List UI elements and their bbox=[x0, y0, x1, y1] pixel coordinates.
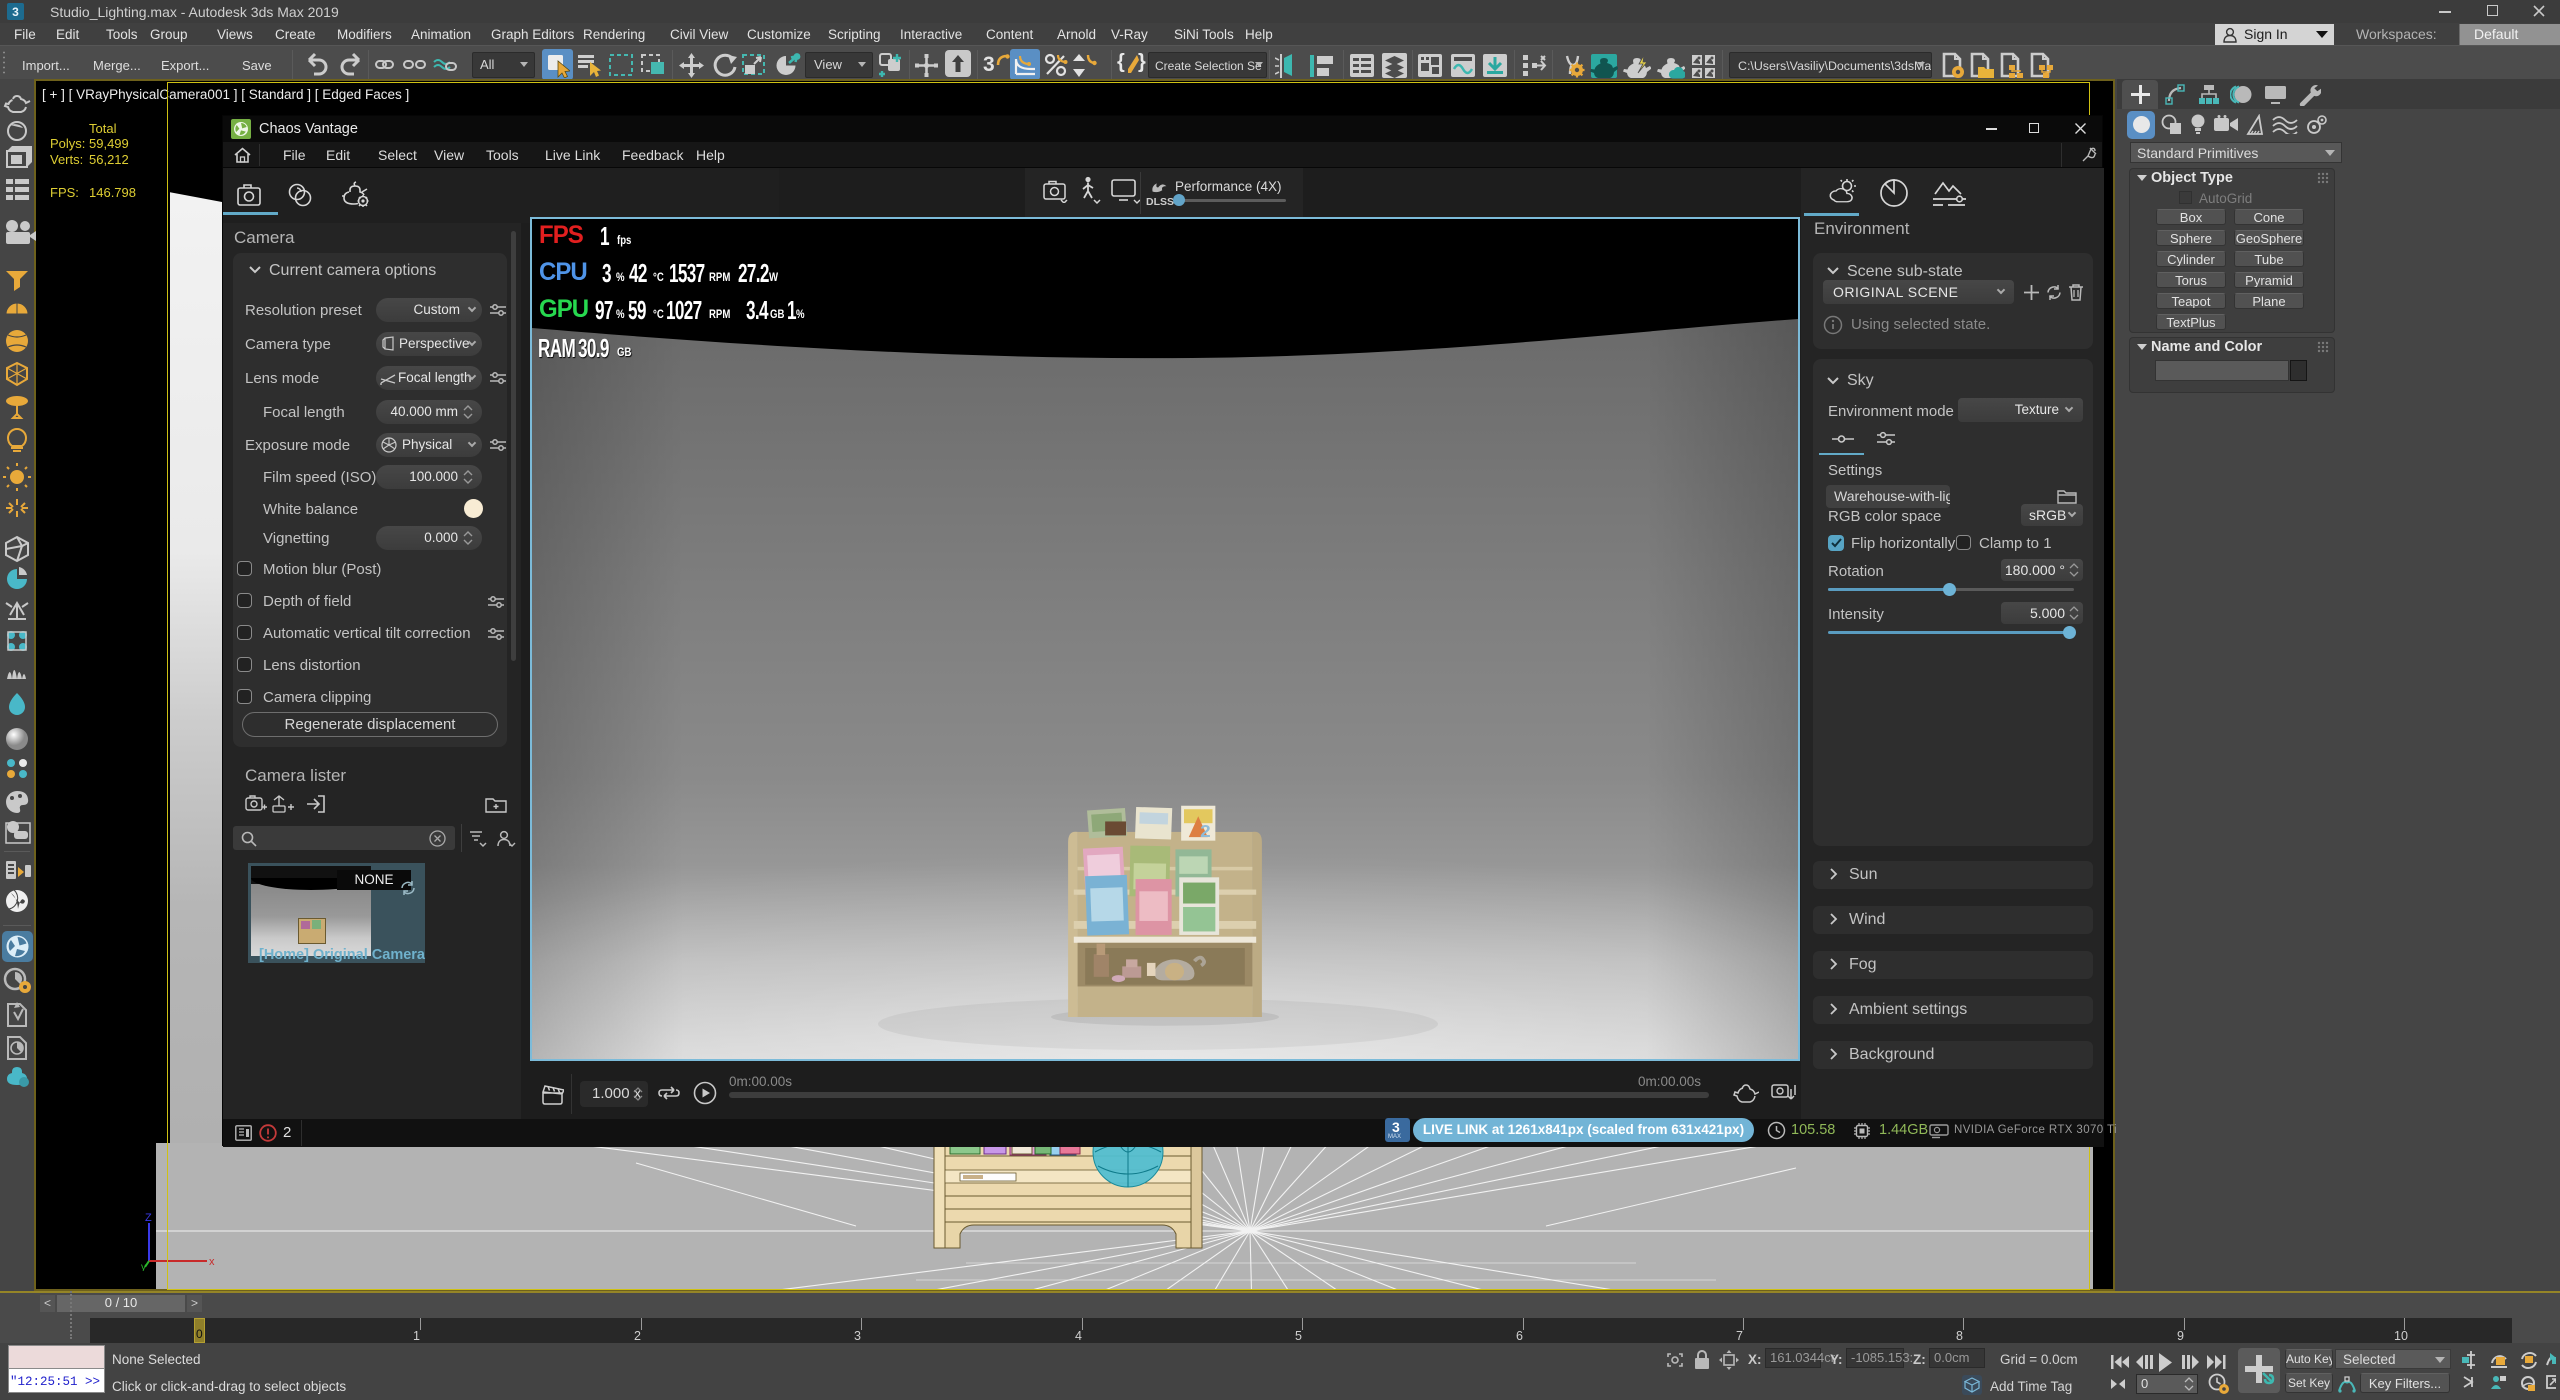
svg-text:2: 2 bbox=[1200, 821, 1211, 841]
svg-text:Z: Z bbox=[145, 1212, 152, 1224]
svg-text:3: 3 bbox=[12, 5, 19, 19]
svg-text:y: y bbox=[141, 1262, 146, 1271]
